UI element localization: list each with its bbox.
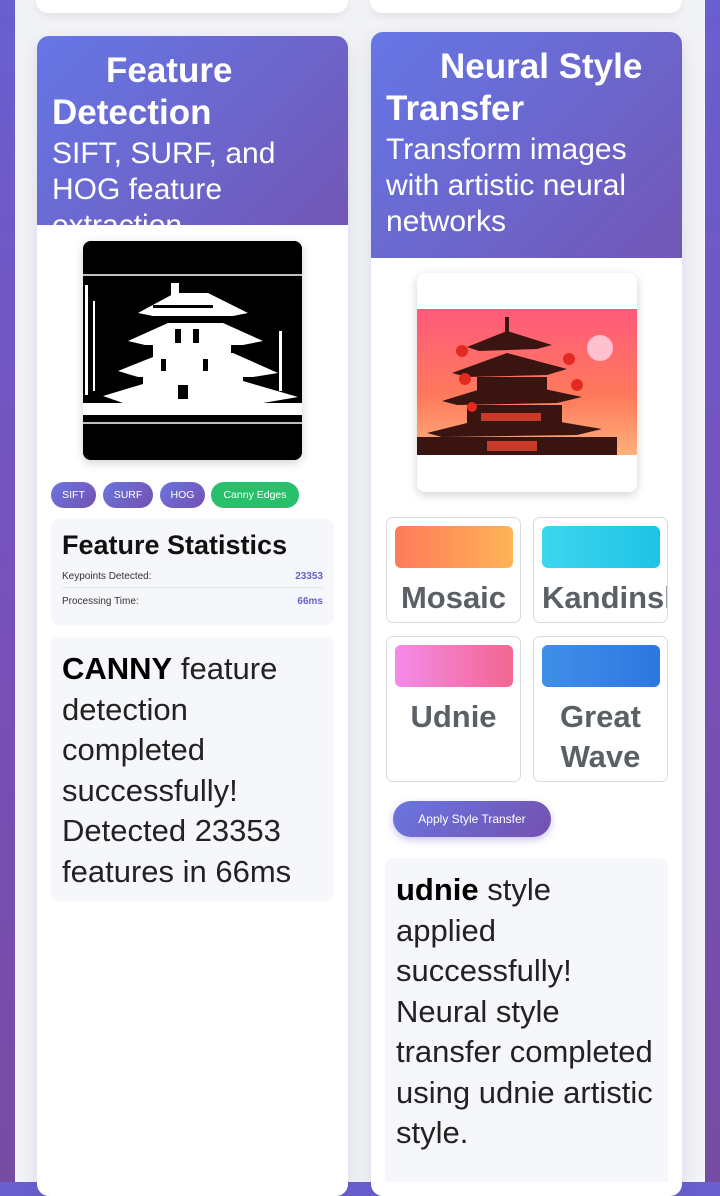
tab-surf[interactable]: SURF	[103, 482, 153, 508]
processing-time-value: 66ms	[297, 596, 323, 607]
keypoints-label: Keypoints Detected:	[62, 571, 152, 582]
tab-sift[interactable]: SIFT	[51, 482, 96, 508]
style-option-great-wave[interactable]: Great Wave	[533, 636, 668, 782]
feature-result-message: CANNY feature detection completed succes…	[51, 637, 334, 901]
feature-card-header: Feature Detection SIFT, SURF, and HOG fe…	[37, 36, 348, 242]
style-result-message: udnie style applied successfully! Neural…	[385, 858, 668, 1182]
mosaic-label: Mosaic	[400, 580, 507, 615]
style-card-subtitle: Transform images with artistic neural ne…	[386, 133, 627, 238]
stylized-image	[417, 273, 637, 492]
edge-detection-image	[83, 241, 302, 460]
feature-result-text: feature detection completed successfully…	[62, 651, 292, 889]
udnie-swatch	[395, 645, 513, 687]
style-card-header: Neural Style Transfer Transform images w…	[371, 32, 682, 258]
style-option-udnie[interactable]: Udnie	[386, 636, 521, 782]
style-option-kandinsky[interactable]: Kandinsky	[533, 517, 668, 623]
stat-processing-time: Processing Time: 66ms	[62, 596, 323, 607]
feature-statistics-heading: Feature Statistics	[62, 530, 288, 560]
stats-divider	[62, 587, 323, 588]
processing-time-label: Processing Time:	[62, 596, 139, 607]
style-card-title: Neural Style Transfer	[386, 47, 643, 128]
apply-style-transfer-button[interactable]: Apply Style Transfer	[393, 801, 551, 837]
previous-card-edge	[370, 0, 682, 13]
mosaic-swatch	[395, 526, 513, 568]
great-wave-swatch	[542, 645, 660, 687]
feature-card-title: Feature Detection	[52, 51, 233, 132]
great-wave-label: Great Wave	[560, 699, 641, 774]
previous-card-edge	[36, 0, 348, 13]
tab-hog[interactable]: HOG	[160, 482, 205, 508]
feature-statistics-panel: Feature Statistics Keypoints Detected: 2…	[51, 519, 334, 625]
stat-keypoints: Keypoints Detected: 23353	[62, 571, 323, 582]
keypoints-value: 23353	[295, 571, 323, 582]
udnie-label: Udnie	[410, 699, 497, 734]
style-option-mosaic[interactable]: Mosaic	[386, 517, 521, 623]
edge-map-graphic	[83, 241, 302, 460]
style-result-text: style applied successfully! Neural style…	[396, 872, 653, 1150]
applied-style-name: udnie	[396, 872, 479, 907]
kandinsky-swatch	[542, 526, 660, 568]
feature-method-name: CANNY	[62, 651, 173, 686]
pagoda-sunset-graphic	[417, 273, 637, 492]
tab-canny-edges[interactable]: Canny Edges	[211, 482, 299, 508]
kandinsky-label: Kandinsky	[542, 580, 667, 615]
feature-card-subtitle: SIFT, SURF, and HOG feature extraction	[52, 137, 276, 242]
